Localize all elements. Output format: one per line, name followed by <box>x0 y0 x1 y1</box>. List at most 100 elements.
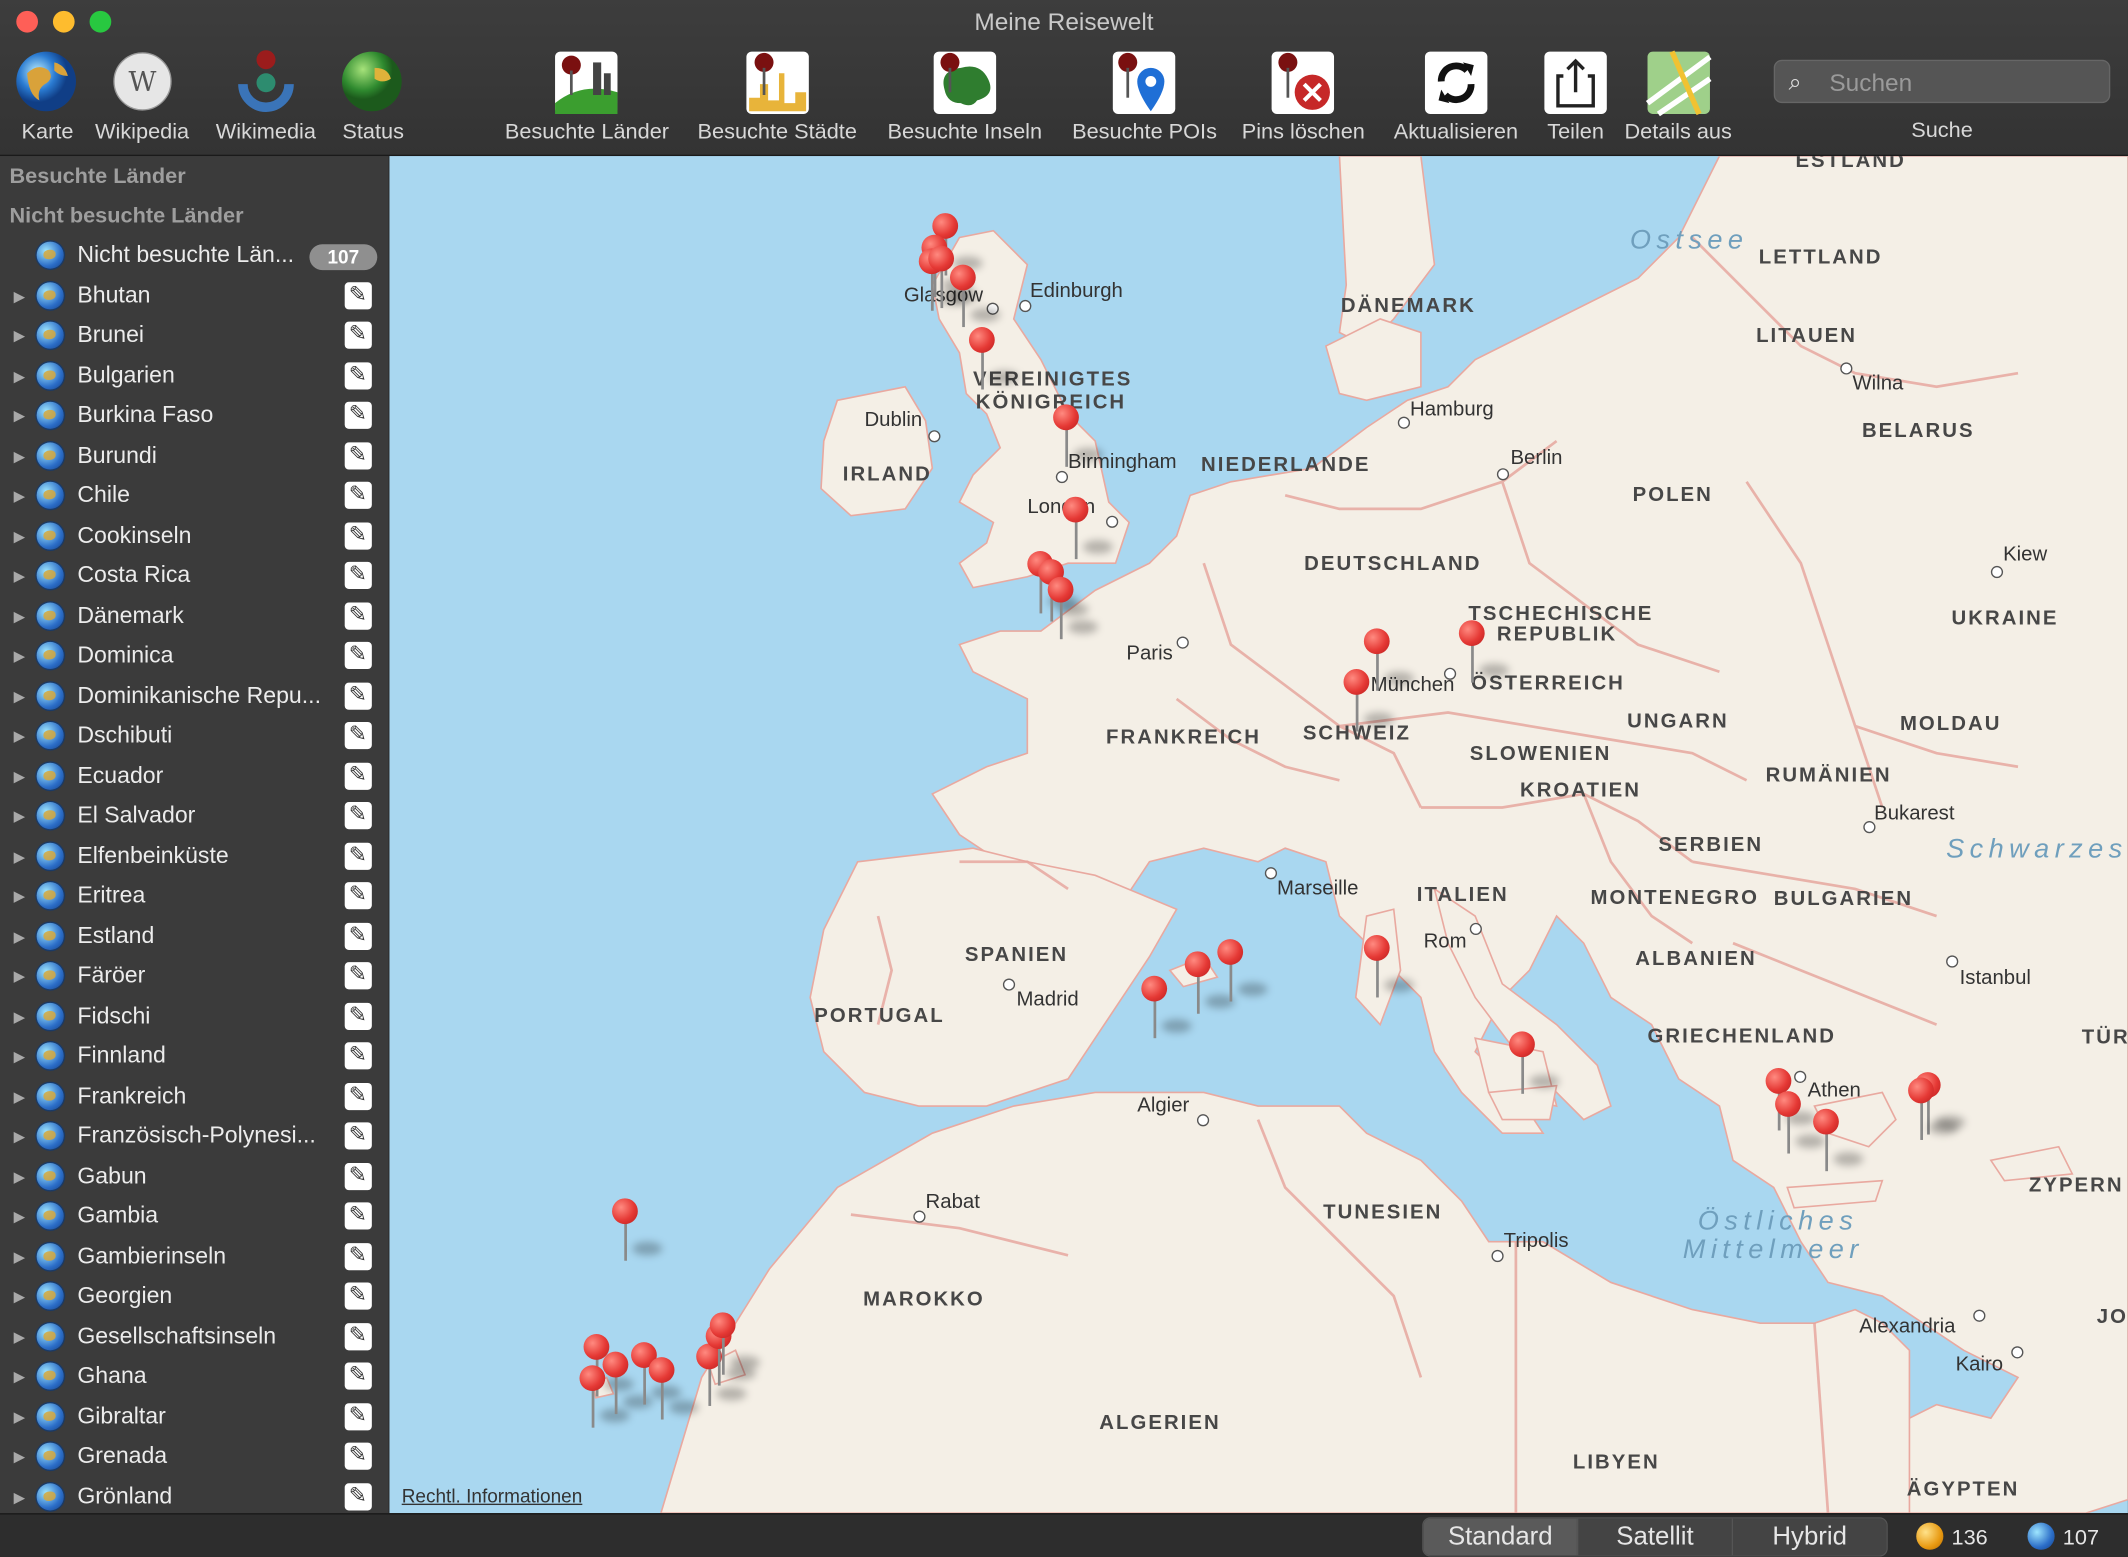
map-pin[interactable] <box>1141 975 1168 1039</box>
legal-link[interactable]: Rechtl. Informationen <box>402 1485 583 1507</box>
country-row[interactable]: ▶ Chile <box>0 475 388 515</box>
edit-icon[interactable] <box>344 1201 372 1230</box>
edit-icon[interactable] <box>344 1281 372 1310</box>
map-pin[interactable] <box>1363 935 1390 998</box>
map-pin[interactable] <box>1047 576 1074 640</box>
edit-icon[interactable] <box>344 1161 372 1190</box>
section-unvisited-countries[interactable]: Nicht besuchte Länder <box>0 195 388 234</box>
edit-icon[interactable] <box>344 400 372 429</box>
section-visited-countries[interactable]: Besuchte Länder <box>0 156 388 195</box>
disclosure-triangle-icon[interactable]: ▶ <box>14 1208 25 1225</box>
country-row[interactable]: ▶ Cookinseln <box>0 515 388 555</box>
edit-icon[interactable] <box>344 1241 372 1270</box>
edit-icon[interactable] <box>344 280 372 309</box>
country-row[interactable]: ▶ Bulgarien <box>0 355 388 395</box>
edit-icon[interactable] <box>344 801 372 830</box>
edit-icon[interactable] <box>344 641 372 670</box>
edit-icon[interactable] <box>344 480 372 509</box>
edit-icon[interactable] <box>344 841 372 870</box>
edit-icon[interactable] <box>344 360 372 389</box>
map-type-control[interactable]: Standard Satellit Hybrid <box>1422 1517 1888 1557</box>
details-button[interactable]: Details aus <box>1624 49 1732 145</box>
country-row[interactable]: ▶ Frankreich <box>0 1076 388 1116</box>
map-pin[interactable] <box>1363 628 1390 691</box>
disclosure-triangle-icon[interactable]: ▶ <box>14 1168 25 1185</box>
map-pin[interactable] <box>1775 1091 1801 1154</box>
edit-icon[interactable] <box>344 761 372 790</box>
country-row[interactable]: ▶ Finnland <box>0 1035 388 1075</box>
country-row[interactable]: ▶ Estland <box>0 915 388 955</box>
country-row[interactable]: ▶ Elfenbeinküste <box>0 835 388 875</box>
edit-icon[interactable] <box>344 320 372 349</box>
disclosure-triangle-icon[interactable]: ▶ <box>14 928 25 945</box>
disclosure-triangle-icon[interactable]: ▶ <box>14 1048 25 1065</box>
edit-icon[interactable] <box>344 601 372 630</box>
edit-icon[interactable] <box>344 721 372 750</box>
country-row[interactable]: ▶ Gesellschaftsinseln <box>0 1316 388 1356</box>
country-row[interactable]: ▶ Costa Rica <box>0 555 388 595</box>
disclosure-triangle-icon[interactable]: ▶ <box>14 727 25 745</box>
disclosure-triangle-icon[interactable]: ▶ <box>14 527 25 545</box>
disclosure-triangle-icon[interactable]: ▶ <box>14 1288 25 1305</box>
edit-icon[interactable] <box>344 681 372 710</box>
disclosure-triangle-icon[interactable]: ▶ <box>14 567 25 585</box>
edit-icon[interactable] <box>344 1441 372 1470</box>
country-row[interactable]: ▶ Fidschi <box>0 995 388 1035</box>
country-row[interactable]: ▶ Georgien <box>0 1276 388 1316</box>
disclosure-triangle-icon[interactable]: ▶ <box>14 1368 25 1385</box>
disclosure-triangle-icon[interactable]: ▶ <box>14 1008 25 1025</box>
country-row[interactable]: ▶ Gabun <box>0 1156 388 1196</box>
disclosure-triangle-icon[interactable]: ▶ <box>14 1328 25 1345</box>
edit-icon[interactable] <box>344 881 372 910</box>
visited-countries-button[interactable]: Besuchte Länder <box>505 49 669 145</box>
wikimedia-button[interactable]: Wikimedia <box>216 49 316 145</box>
disclosure-triangle-icon[interactable]: ▶ <box>14 287 25 304</box>
edit-icon[interactable] <box>344 440 372 469</box>
map-pin[interactable] <box>631 1342 657 1405</box>
disclosure-triangle-icon[interactable]: ▶ <box>14 1128 25 1145</box>
country-row[interactable]: ▶ Grenada <box>0 1436 388 1476</box>
visited-pois-button[interactable]: Besuchte POIs <box>1072 49 1217 145</box>
map-pin[interactable] <box>705 1323 732 1386</box>
map-pin[interactable] <box>1184 951 1211 1014</box>
disclosure-triangle-icon[interactable]: ▶ <box>14 767 25 785</box>
wikipedia-button[interactable]: W Wikipedia <box>95 49 189 145</box>
disclosure-triangle-icon[interactable]: ▶ <box>14 327 25 344</box>
delete-pins-button[interactable]: Pins löschen <box>1242 49 1365 145</box>
edit-icon[interactable] <box>344 1041 372 1070</box>
map-pin[interactable] <box>612 1198 638 1261</box>
country-row[interactable]: ▶ Dominikanische Repu... <box>0 675 388 715</box>
map-view[interactable]: ESTLAND LETTLAND DÄNEMARK LITAUEN VEREIN… <box>389 156 2128 1514</box>
map-pin[interactable] <box>949 264 976 328</box>
map-pin[interactable] <box>602 1351 629 1415</box>
country-row[interactable]: ▶ Gambierinseln <box>0 1236 388 1276</box>
country-row[interactable]: ▶ Ghana <box>0 1356 388 1396</box>
edit-icon[interactable] <box>344 961 372 990</box>
map-pin[interactable] <box>696 1343 722 1406</box>
edit-icon[interactable] <box>344 1001 372 1030</box>
search-field[interactable]: ⌕ Suchen <box>1773 59 2111 104</box>
disclosure-triangle-icon[interactable]: ▶ <box>14 607 25 625</box>
map-pin[interactable] <box>1509 1031 1535 1094</box>
country-row[interactable]: ▶ Französisch-Polynesi... <box>0 1116 388 1156</box>
map-pin[interactable] <box>1908 1077 1934 1140</box>
country-row[interactable]: ▶ Brunei <box>0 315 388 355</box>
disclosure-triangle-icon[interactable]: ▶ <box>14 447 25 465</box>
map-pin[interactable] <box>968 327 995 390</box>
unvisited-group-row[interactable]: Nicht besuchte Län... 107 <box>0 235 388 275</box>
visited-cities-button[interactable]: Besuchte Städte <box>698 49 857 145</box>
country-row[interactable]: ▶ El Salvador <box>0 795 388 835</box>
disclosure-triangle-icon[interactable]: ▶ <box>14 807 25 825</box>
edit-icon[interactable] <box>344 1361 372 1390</box>
map-type-satellite[interactable]: Satellit <box>1576 1518 1732 1556</box>
disclosure-triangle-icon[interactable]: ▶ <box>14 1488 25 1505</box>
edit-icon[interactable] <box>344 921 372 950</box>
status-button[interactable]: Status <box>339 49 407 145</box>
disclosure-triangle-icon[interactable]: ▶ <box>14 1448 25 1465</box>
country-row[interactable]: ▶ Gibraltar <box>0 1396 388 1436</box>
disclosure-triangle-icon[interactable]: ▶ <box>14 1248 25 1265</box>
disclosure-triangle-icon[interactable]: ▶ <box>14 487 25 505</box>
country-row[interactable]: ▶ Burkina Faso <box>0 395 388 435</box>
edit-icon[interactable] <box>344 1121 372 1150</box>
country-row[interactable]: ▶ Gambia <box>0 1196 388 1236</box>
